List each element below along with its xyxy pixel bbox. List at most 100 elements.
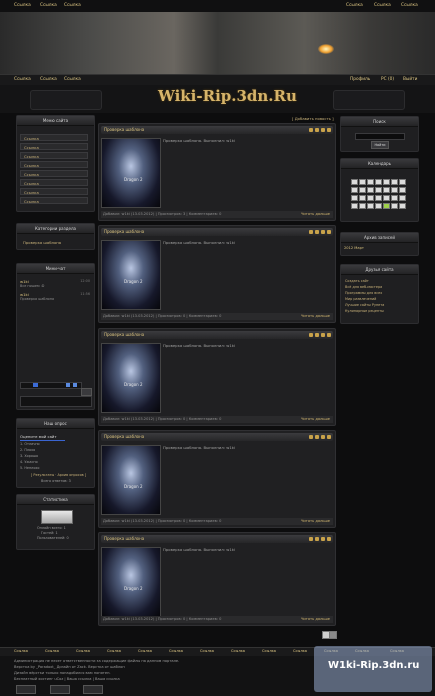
- entry-title[interactable]: Проверка шаблона: [104, 535, 144, 543]
- news-entry: Проверка шаблона Dragon 2 Проверка шабло…: [98, 532, 336, 626]
- friend-link[interactable]: Мир развлечений: [345, 297, 376, 301]
- menu-item[interactable]: Ссылка: [20, 152, 88, 159]
- add-news-link[interactable]: [ Добавить новость ]: [292, 116, 334, 121]
- footer-link[interactable]: Ссылка: [231, 649, 245, 653]
- category-link[interactable]: Проверка шаблона: [23, 240, 61, 245]
- poll-total: Всего ответов: 3: [41, 479, 71, 483]
- menu-item[interactable]: Ссылка: [20, 143, 88, 150]
- logout-link[interactable]: Выйти: [403, 77, 417, 82]
- read-more-link[interactable]: Читать дальше: [301, 416, 330, 423]
- rating-icon[interactable]: [321, 230, 325, 234]
- profile-link[interactable]: Профиль: [350, 77, 370, 82]
- friend-link[interactable]: Лучшие сайты Рунета: [345, 303, 384, 307]
- footer-link[interactable]: Ссылка: [293, 649, 307, 653]
- menu-item[interactable]: Ссылка: [20, 188, 88, 195]
- rating-icon[interactable]: [315, 230, 319, 234]
- entry-thumbnail[interactable]: Dragon 2: [101, 547, 161, 617]
- menu-item[interactable]: Ссылка: [20, 179, 88, 186]
- read-more-link[interactable]: Читать дальше: [301, 518, 330, 525]
- rating-icon[interactable]: [327, 128, 331, 132]
- poll-option[interactable]: 5. Неплохо: [20, 466, 40, 470]
- sub-nav-link[interactable]: Ссылка: [14, 77, 31, 82]
- search-input[interactable]: [355, 133, 405, 140]
- menu-item[interactable]: Ссылка: [20, 134, 88, 141]
- rating-icon[interactable]: [327, 230, 331, 234]
- top-nav-link[interactable]: Ссылка: [64, 3, 81, 8]
- read-more-link[interactable]: Читать дальше: [301, 313, 330, 320]
- chat-message-input[interactable]: [20, 396, 92, 407]
- top-nav-link[interactable]: Ссылка: [401, 3, 418, 8]
- calendar-day: [399, 203, 406, 209]
- entry-thumbnail[interactable]: Dragon 2: [101, 343, 161, 413]
- poll-option[interactable]: 1. Отлично: [20, 442, 40, 446]
- search-button[interactable]: Найти: [371, 141, 389, 149]
- menu-item[interactable]: Ссылка: [20, 161, 88, 168]
- menu-item[interactable]: Ссылка: [20, 197, 88, 204]
- entry-title[interactable]: Проверка шаблона: [104, 433, 144, 441]
- rating-icon[interactable]: [309, 128, 313, 132]
- rating-icon[interactable]: [321, 333, 325, 337]
- rating-icon[interactable]: [315, 128, 319, 132]
- footer-link[interactable]: Ссылка: [45, 649, 59, 653]
- entry-thumbnail[interactable]: Dragon 2: [101, 240, 161, 310]
- read-more-link[interactable]: Читать дальше: [301, 616, 330, 623]
- pm-link[interactable]: PC (0): [381, 77, 394, 82]
- menu-item[interactable]: Ссылка: [20, 170, 88, 177]
- rating-icon[interactable]: [309, 435, 313, 439]
- friend-link[interactable]: Создать сайт: [345, 279, 369, 283]
- archive-link[interactable]: 2012 Март: [344, 246, 364, 250]
- site-logo[interactable]: Wiki-Rip.3dn.Ru: [158, 87, 297, 105]
- top-nav-link[interactable]: Ссылка: [346, 3, 363, 8]
- rating-icon[interactable]: [321, 435, 325, 439]
- rating-icon[interactable]: [309, 230, 313, 234]
- rating-icon[interactable]: [309, 537, 313, 541]
- chat-time: 11:56: [80, 292, 90, 296]
- rating-icon[interactable]: [315, 435, 319, 439]
- rating-icon[interactable]: [321, 537, 325, 541]
- footer-link[interactable]: Ссылка: [169, 649, 183, 653]
- sub-nav-link[interactable]: Ссылка: [64, 77, 81, 82]
- calendar-day-today[interactable]: [383, 203, 390, 209]
- rating-icon[interactable]: [309, 333, 313, 337]
- friend-link[interactable]: Всё для веб-мастера: [345, 285, 382, 289]
- rating-icon[interactable]: [327, 537, 331, 541]
- counter-badge[interactable]: [50, 685, 70, 694]
- friend-link[interactable]: Программы для всех: [345, 291, 382, 295]
- read-more-link[interactable]: Читать дальше: [301, 211, 330, 218]
- rating-icon[interactable]: [315, 333, 319, 337]
- chat-toolbar-icon[interactable]: [73, 383, 77, 387]
- top-nav-link[interactable]: Ссылка: [14, 3, 31, 8]
- poll-links[interactable]: [ Результаты · Архив опросов ]: [31, 473, 86, 477]
- chat-toolbar-icon[interactable]: [66, 383, 70, 387]
- footer-link[interactable]: Ссылка: [14, 649, 28, 653]
- entry-title[interactable]: Проверка шаблона: [104, 228, 144, 236]
- header-gun-flash: [318, 44, 334, 54]
- logo-frame-left: [30, 90, 102, 110]
- chat-send-button[interactable]: [81, 388, 92, 396]
- poll-option[interactable]: 3. Хорошо: [20, 454, 38, 458]
- footer-link[interactable]: Ссылка: [76, 649, 90, 653]
- entry-thumbnail[interactable]: Dragon 2: [101, 445, 161, 515]
- footer-link[interactable]: Ссылка: [107, 649, 121, 653]
- poll-option[interactable]: 2. Плохо: [20, 448, 35, 452]
- footer-link[interactable]: Ссылка: [200, 649, 214, 653]
- calendar-day: [391, 179, 398, 185]
- rating-icon[interactable]: [327, 435, 331, 439]
- top-nav-link[interactable]: Ссылка: [40, 3, 57, 8]
- pagination-button[interactable]: [329, 631, 337, 639]
- rating-icon[interactable]: [321, 128, 325, 132]
- friend-link[interactable]: Кулинарные рецепты: [345, 309, 384, 313]
- entry-title[interactable]: Проверка шаблона: [104, 331, 144, 339]
- poll-option[interactable]: 4. Ужасно: [20, 460, 38, 464]
- chat-smiles-icon[interactable]: [33, 383, 38, 387]
- counter-badge[interactable]: [16, 685, 36, 694]
- top-nav-link[interactable]: Ссылка: [374, 3, 391, 8]
- entry-thumbnail[interactable]: Dragon 2: [101, 138, 161, 208]
- rating-icon[interactable]: [327, 333, 331, 337]
- rating-icon[interactable]: [315, 537, 319, 541]
- counter-badge[interactable]: [83, 685, 103, 694]
- entry-title[interactable]: Проверка шаблона: [104, 126, 144, 134]
- footer-link[interactable]: Ссылка: [138, 649, 152, 653]
- footer-link[interactable]: Ссылка: [262, 649, 276, 653]
- sub-nav-link[interactable]: Ссылка: [40, 77, 57, 82]
